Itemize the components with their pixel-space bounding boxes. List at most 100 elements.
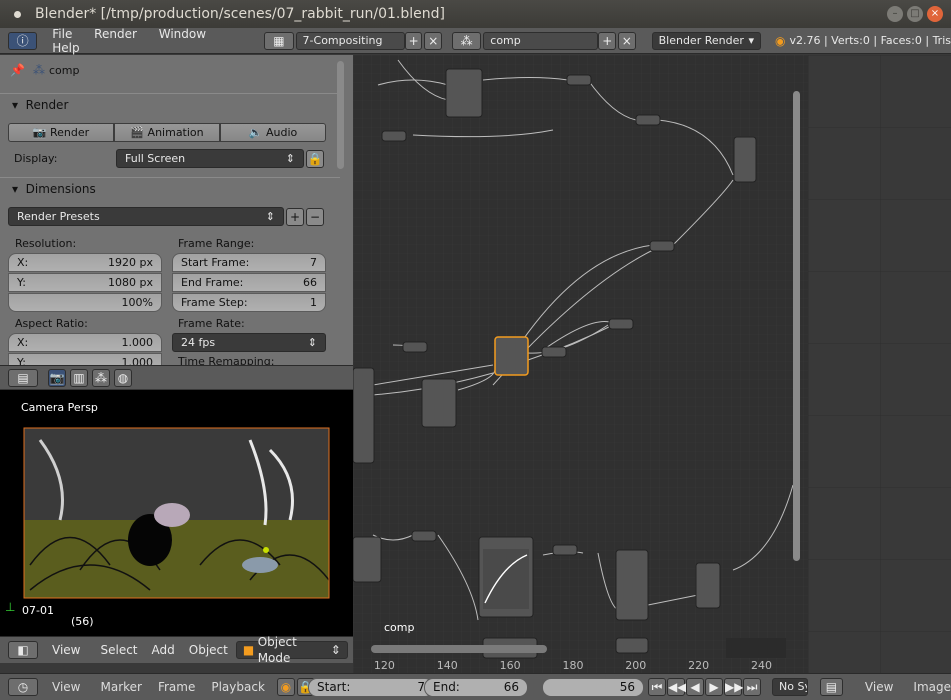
object-name: 07-01 — [22, 604, 54, 617]
remove-scene-icon[interactable]: × — [618, 31, 636, 50]
aspect-y-field[interactable]: Y: 1.000 — [8, 353, 162, 365]
menu-object[interactable]: Object — [189, 643, 228, 657]
menu-select[interactable]: Select — [100, 643, 137, 657]
aspect-x-field[interactable]: X: 1.000 — [8, 333, 162, 352]
window-title: Blender* [/tmp/production/scenes/07_rabb… — [35, 6, 445, 22]
speaker-icon: 🔈 — [248, 126, 263, 139]
aspect-ratio-label: Aspect Ratio: — [15, 317, 88, 330]
active-node[interactable] — [494, 336, 529, 376]
camera-view — [23, 427, 330, 599]
image-editor[interactable] — [808, 55, 951, 673]
viewport-header: ◧ View Select Add Object ■ Object Mode ⇕ — [0, 635, 353, 665]
editor-type-icon[interactable]: ▤ — [8, 368, 38, 387]
add-preset-icon[interactable]: + — [286, 207, 304, 226]
image-editor-grid — [808, 55, 951, 673]
remove-preset-icon[interactable]: − — [306, 207, 324, 226]
start-frame-field[interactable]: Start Frame: 7 — [172, 253, 326, 272]
scene-field[interactable]: comp — [483, 31, 599, 50]
resolution-label: Resolution: — [15, 237, 77, 250]
frame-ruler: 120 140 160 180 200 220 240 — [373, 659, 772, 672]
time-remapping-label: Time Remapping: — [178, 355, 275, 365]
blender-logo-icon: ◉ — [774, 33, 786, 48]
render-engine-dropdown[interactable]: Blender Render ▾ — [651, 31, 761, 50]
title-bar: Blender* [/tmp/production/scenes/07_rabb… — [0, 0, 951, 28]
timeline-header: ◷ View Marker Frame Playback ◉ 🔒 Start: 7… — [0, 673, 808, 700]
current-frame-label: (56) — [71, 615, 94, 628]
viewport-editor-icon[interactable]: ◧ — [8, 641, 38, 659]
render-tab-icon[interactable]: 📷 — [48, 368, 66, 387]
frame-step-field[interactable]: Frame Step: 1 — [172, 293, 326, 312]
info-header: ⓘ File Render Window Help ▦ 7-Compositin… — [0, 27, 951, 55]
properties-panel: 📌 ⁂ comp ▾ Render 📷 Render 🎬 Animation 🔈… — [0, 55, 353, 365]
menu-window[interactable]: Window — [159, 27, 206, 41]
scene-icon: ⁂ — [32, 63, 45, 77]
add-scene-icon[interactable]: + — [598, 31, 617, 50]
animation-button[interactable]: 🎬 Animation — [114, 123, 220, 142]
menu-help[interactable]: Help — [52, 41, 79, 55]
minimize-icon[interactable]: – — [887, 6, 903, 22]
close-icon[interactable]: × — [927, 6, 943, 22]
playback-controls: ⏮ ◀◀ ◀ ▶ ▶▶ ⏭ — [648, 678, 761, 696]
image-editor-header: ▤ View Image — [808, 673, 951, 700]
compositor-node-editor[interactable]: comp 120 140 160 180 200 220 240 — [353, 55, 808, 673]
scene-icon[interactable]: ⁂ — [452, 31, 482, 50]
jump-keyframe-forward-icon[interactable]: ▶▶ — [724, 678, 743, 696]
preview-range-icon[interactable]: ◉ — [276, 678, 295, 696]
app-menu-icon[interactable] — [14, 10, 21, 18]
render-panel-header[interactable]: ▾ Render — [0, 93, 340, 115]
world-tab-icon[interactable]: ◍ — [114, 368, 132, 387]
cube-icon: ■ — [242, 643, 255, 657]
audio-button[interactable]: 🔈 Audio — [220, 123, 326, 142]
timeline-editor-icon[interactable]: ◷ — [8, 678, 38, 696]
play-icon[interactable]: ▶ — [705, 678, 723, 696]
menu-render[interactable]: Render — [94, 27, 137, 41]
jump-keyframe-back-icon[interactable]: ◀◀ — [667, 678, 686, 696]
display-dropdown[interactable]: Full Screen ⇕ — [116, 149, 304, 168]
menu-view[interactable]: View — [52, 680, 80, 694]
layers-tab-icon[interactable]: ▥ — [70, 368, 88, 387]
sync-dropdown[interactable]: No Sy — [772, 678, 808, 696]
play-reverse-icon[interactable]: ◀ — [686, 678, 704, 696]
node-horizontal-scrollbar[interactable] — [371, 645, 547, 653]
menu-playback[interactable]: Playback — [211, 680, 265, 694]
render-button[interactable]: 📷 Render — [8, 123, 114, 142]
render-presets-dropdown[interactable]: Render Presets ⇕ — [8, 207, 284, 226]
pin-icon[interactable]: 📌 — [10, 63, 25, 77]
scene-tab-icon[interactable]: ⁂ — [92, 368, 110, 387]
context-name: comp — [48, 63, 80, 77]
jump-end-icon[interactable]: ⏭ — [743, 678, 761, 696]
menu-add[interactable]: Add — [152, 643, 175, 657]
menu-view[interactable]: View — [865, 680, 893, 694]
lock-icon[interactable]: 🔒 — [306, 149, 324, 168]
node-vertical-scrollbar[interactable] — [793, 91, 800, 561]
end-frame-field[interactable]: End Frame: 66 — [172, 273, 326, 292]
screen-layout-icon[interactable]: ▦ — [264, 31, 294, 50]
menu-file[interactable]: File — [52, 27, 72, 41]
menu-frame[interactable]: Frame — [158, 680, 195, 694]
end-frame-field[interactable]: End: 66 — [424, 678, 528, 697]
current-frame-field[interactable]: 56 — [542, 678, 644, 697]
3d-viewport[interactable]: Camera Persp 07-01 (56) ⊥ — [0, 390, 353, 636]
axis-gizmo-icon: ⊥ — [5, 600, 16, 614]
remove-layout-icon[interactable]: × — [424, 31, 443, 50]
menu-marker[interactable]: Marker — [100, 680, 141, 694]
frame-rate-label: Frame Rate: — [178, 317, 245, 330]
frame-rate-dropdown[interactable]: 24 fps ⇕ — [172, 333, 326, 352]
maximize-icon[interactable]: □ — [907, 6, 923, 22]
image-editor-icon[interactable]: ▤ — [820, 678, 843, 696]
resolution-y-field[interactable]: Y: 1080 px — [8, 273, 162, 292]
menu-image[interactable]: Image — [913, 680, 951, 694]
add-layout-icon[interactable]: + — [404, 31, 423, 50]
properties-scrollbar[interactable] — [337, 61, 344, 169]
display-label: Display: — [14, 152, 58, 165]
screen-layout-field[interactable]: 7-Compositing — [295, 31, 405, 50]
dimensions-panel-header[interactable]: ▾ Dimensions — [0, 177, 340, 199]
menu-view[interactable]: View — [52, 643, 80, 657]
camera-icon: 📷 — [32, 126, 47, 139]
info-editor-icon[interactable]: ⓘ — [8, 31, 38, 50]
resolution-x-field[interactable]: X: 1920 px — [8, 253, 162, 272]
jump-start-icon[interactable]: ⏮ — [648, 678, 666, 696]
resolution-percent-slider[interactable]: 100% — [8, 293, 162, 312]
object-mode-dropdown[interactable]: ■ Object Mode ⇕ — [235, 635, 348, 665]
start-frame-field[interactable]: Start: 7 — [308, 678, 434, 697]
